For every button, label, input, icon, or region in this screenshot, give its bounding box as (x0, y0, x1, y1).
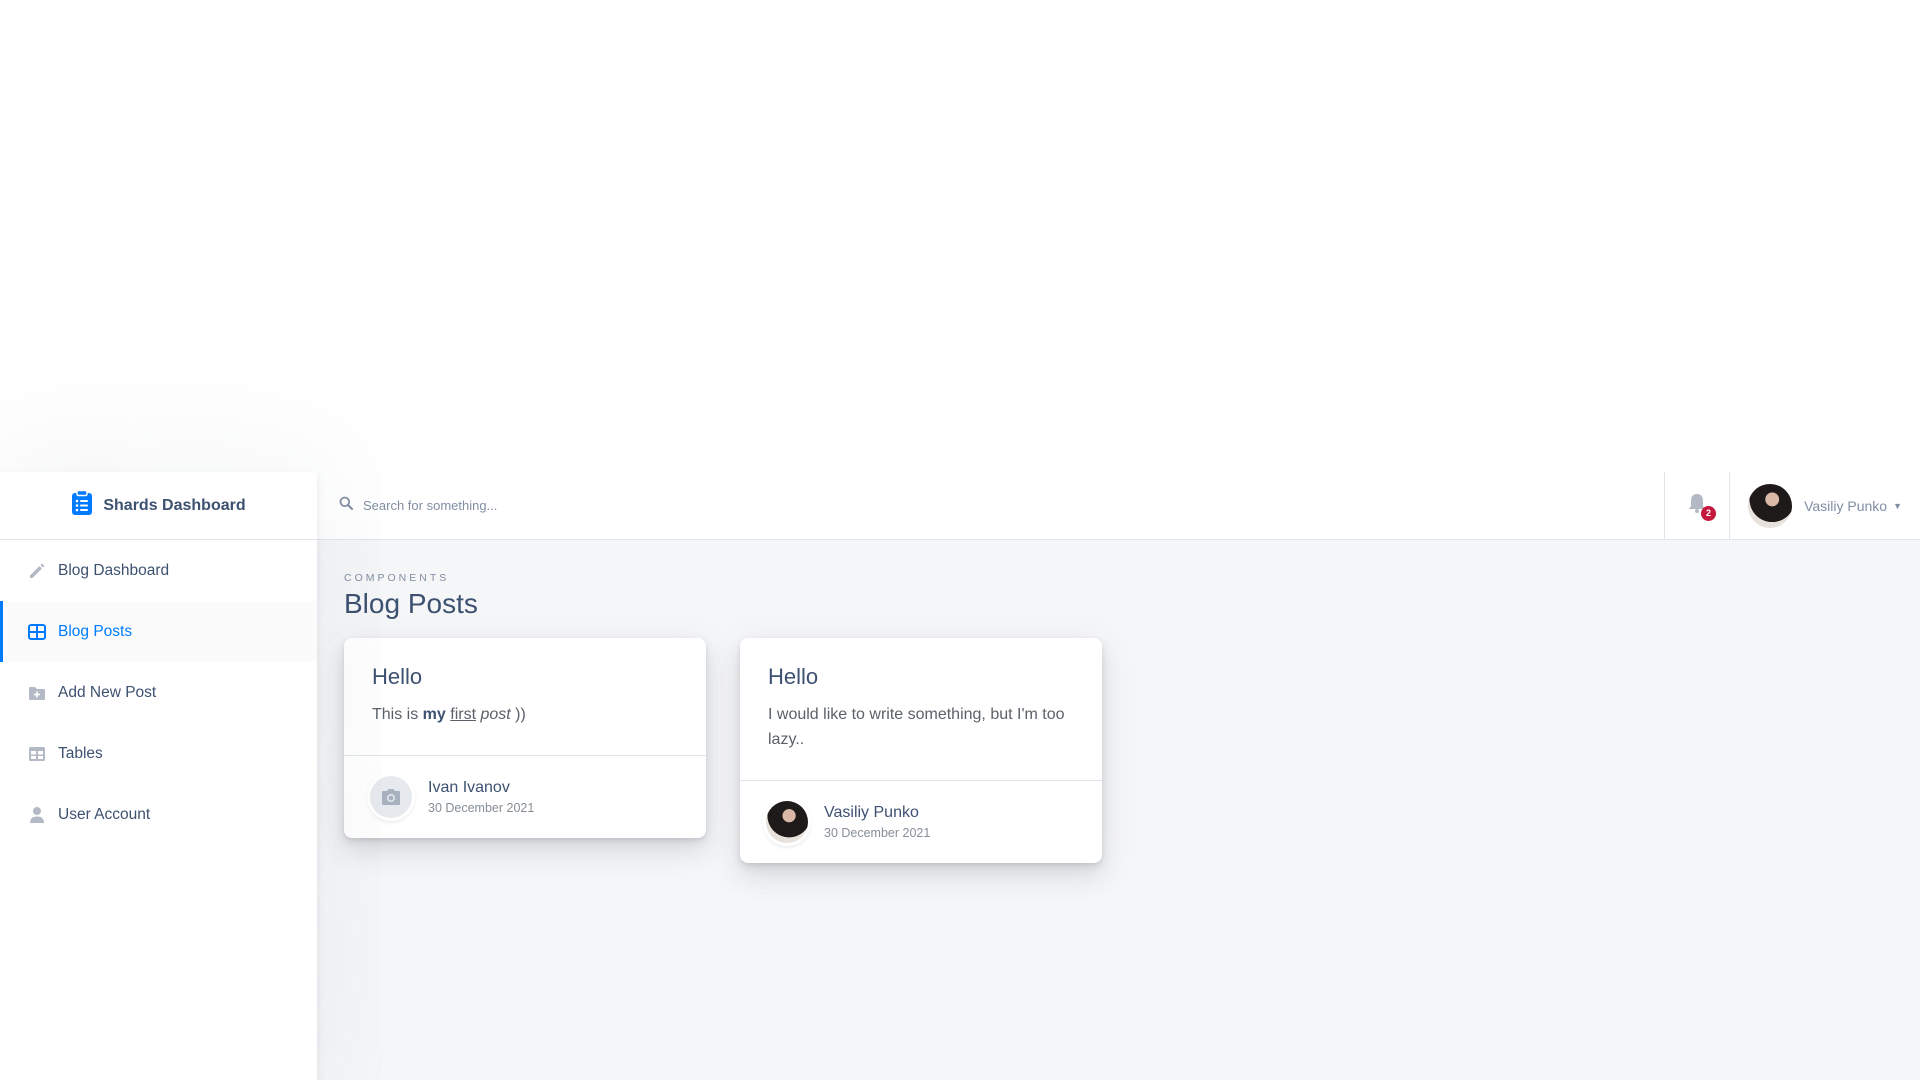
sidebar-item-label: Blog Dashboard (58, 561, 170, 579)
text-segment: This is (372, 706, 423, 723)
post-title: Hello (372, 664, 423, 689)
pencil-icon (28, 562, 46, 580)
post-card-body: Hello This is my first post )) (344, 638, 706, 755)
post-author: Vasiliy Punko 30 December 2021 (740, 780, 1102, 863)
search-icon (339, 496, 353, 515)
post-excerpt: I would like to write something, but I'm… (768, 706, 1065, 748)
text-segment: )) (510, 706, 526, 723)
folder-add-icon (28, 684, 46, 702)
author-name[interactable]: Vasiliy Punko (824, 804, 930, 822)
search-bar (317, 472, 1664, 540)
author-info: Ivan Ivanov 30 December 2021 (428, 779, 534, 815)
post-title: Hello (768, 664, 819, 689)
person-icon (28, 806, 46, 824)
underlined-text: first (450, 706, 477, 723)
post-date: 30 December 2021 (428, 801, 535, 815)
sidebar-item-label: Add New Post (58, 683, 157, 701)
page-content: Components Blog Posts Hello This is my f… (317, 572, 1920, 863)
sidebar-item-user-account[interactable]: User Account (0, 784, 317, 845)
post-list: Hello This is my first post )) Ivan Ivan… (344, 638, 1920, 863)
clipboard-list-icon (71, 489, 93, 521)
sidebar-item-label: User Account (58, 805, 151, 823)
caret-down-icon: ▼ (1893, 500, 1902, 511)
sidebar-item-label: Tables (58, 744, 103, 762)
italic-text: post (480, 706, 511, 723)
grid-icon (28, 623, 46, 641)
user-name: Vasiliy Punko (1804, 497, 1888, 514)
sidebar-item-add-new-post[interactable]: Add New Post (0, 662, 317, 723)
page-subtitle: Components (344, 572, 450, 584)
brand-title: Shards Dashboard (103, 496, 246, 514)
post-author: Ivan Ivanov 30 December 2021 (344, 755, 706, 838)
author-info: Vasiliy Punko 30 December 2021 (824, 804, 930, 840)
user-menu[interactable]: Vasiliy Punko ▼ (1730, 472, 1920, 540)
avatar[interactable] (766, 801, 808, 843)
brand[interactable]: Shards Dashboard (0, 472, 317, 540)
post-date: 30 December 2021 (824, 826, 931, 840)
table-icon (28, 745, 46, 763)
author-name[interactable]: Ivan Ivanov (428, 779, 534, 797)
search-input[interactable] (363, 498, 763, 513)
sidebar-item-label: Blog Posts (58, 622, 133, 640)
sidebar-item-tables[interactable]: Tables (0, 723, 317, 784)
post-card[interactable]: Hello I would like to write something, b… (740, 638, 1102, 863)
top-navbar: 2 Vasiliy Punko ▼ (317, 471, 1920, 540)
page-title: Blog Posts (344, 588, 478, 619)
notification-badge: 2 (1701, 505, 1717, 521)
sidebar: Shards Dashboard Blog Dashboard Blog Pos… (0, 472, 317, 1080)
sidebar-item-blog-dashboard[interactable]: Blog Dashboard (0, 540, 317, 601)
post-card[interactable]: Hello This is my first post )) Ivan Ivan… (344, 638, 706, 838)
sidebar-item-blog-posts[interactable]: Blog Posts (0, 601, 317, 662)
post-card-body: Hello I would like to write something, b… (740, 638, 1102, 780)
app-root: Shards Dashboard Blog Dashboard Blog Pos… (0, 471, 1920, 1080)
bold-text: my (422, 706, 446, 723)
avatar (1748, 483, 1793, 528)
camera-icon[interactable] (370, 776, 412, 818)
post-excerpt: This is my first post )) (372, 702, 678, 727)
notifications-button[interactable]: 2 (1664, 471, 1731, 540)
main-content: 2 Vasiliy Punko ▼ Components Blog Posts … (317, 471, 1920, 1080)
